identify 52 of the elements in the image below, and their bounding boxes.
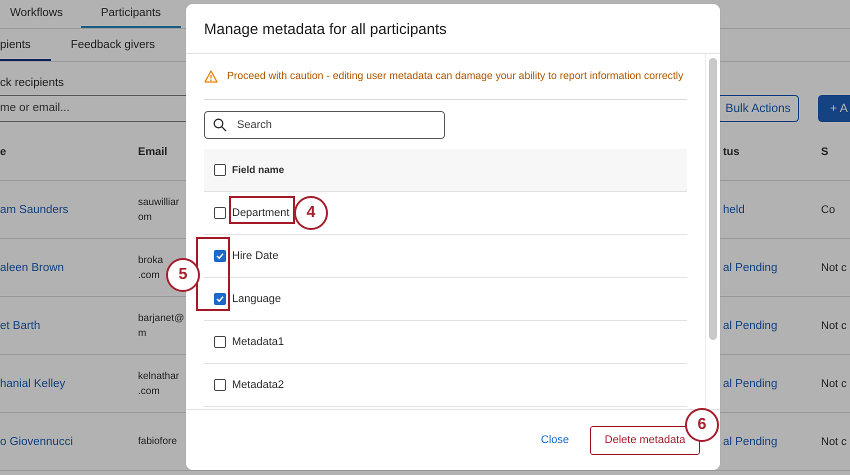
checkbox[interactable] (214, 207, 226, 219)
add-button[interactable]: + A (818, 94, 850, 122)
status-link[interactable]: held (723, 204, 745, 216)
status-link[interactable]: al Pending (723, 262, 778, 274)
column-header: S (821, 146, 828, 158)
email-cell-text: fabiofore (138, 435, 177, 449)
bulk-actions-button[interactable]: Bulk Actions (717, 94, 799, 122)
email-cell-text: sauwilliar om (138, 196, 180, 224)
table-cell: Not c (821, 436, 847, 448)
field-name: Metadata2 (232, 379, 284, 391)
email-cell-text: kelnathar .com (138, 370, 180, 398)
checkbox[interactable] (214, 250, 226, 262)
scrollbar-thumb[interactable] (709, 58, 717, 340)
column-header: tus (723, 146, 740, 158)
participant-link[interactable]: aleen Brown (0, 262, 64, 274)
email-cell-text: broka .com (138, 254, 164, 282)
nav-tab[interactable]: Participants (80, 0, 181, 28)
participant-link[interactable]: hanial Kelley (0, 378, 66, 390)
participant-link[interactable]: et Barth (0, 320, 40, 332)
field-name: Department (232, 207, 290, 219)
close-link[interactable]: Close (540, 434, 569, 446)
participant-link[interactable]: am Saunders (0, 204, 68, 216)
dialog-title: Manage metadata for all participants (186, 4, 720, 54)
highlight-box (229, 196, 295, 224)
sub-tab[interactable]: pients (0, 29, 51, 61)
section-heading: ck recipients (0, 77, 64, 91)
column-header: Field name (232, 164, 284, 176)
checkbox[interactable] (214, 379, 226, 391)
status-link[interactable]: al Pending (723, 436, 778, 448)
table-cell: Co (821, 204, 836, 216)
field-name: Hire Date (232, 250, 278, 262)
email-cell-text: barjanet@ m (138, 312, 184, 340)
nav-tab[interactable]: Workflows (10, 0, 63, 28)
checkbox[interactable] (214, 293, 226, 305)
sub-tab[interactable]: Feedback givers (70, 29, 156, 61)
search-icon (213, 118, 227, 132)
warning-message: Proceed with caution - editing user metadata can damage your ability to report information correctly (227, 71, 684, 82)
column-header: e (0, 146, 6, 158)
table-cell: Not c (821, 262, 847, 274)
search-field[interactable]: Search (204, 111, 445, 139)
step-number: 5 (166, 258, 200, 292)
table-cell: Not c (821, 320, 847, 332)
checkbox[interactable] (214, 336, 226, 348)
field-name: Metadata1 (232, 336, 284, 348)
table-cell: Not c (821, 378, 847, 390)
field-name: Language (232, 293, 281, 305)
status-link[interactable]: al Pending (723, 378, 778, 390)
status-link[interactable]: al Pending (723, 320, 778, 332)
column-header: Email (138, 146, 168, 158)
participant-link[interactable]: o Giovennucci (0, 436, 73, 448)
checkbox[interactable] (214, 164, 226, 176)
warning-icon (204, 70, 218, 83)
